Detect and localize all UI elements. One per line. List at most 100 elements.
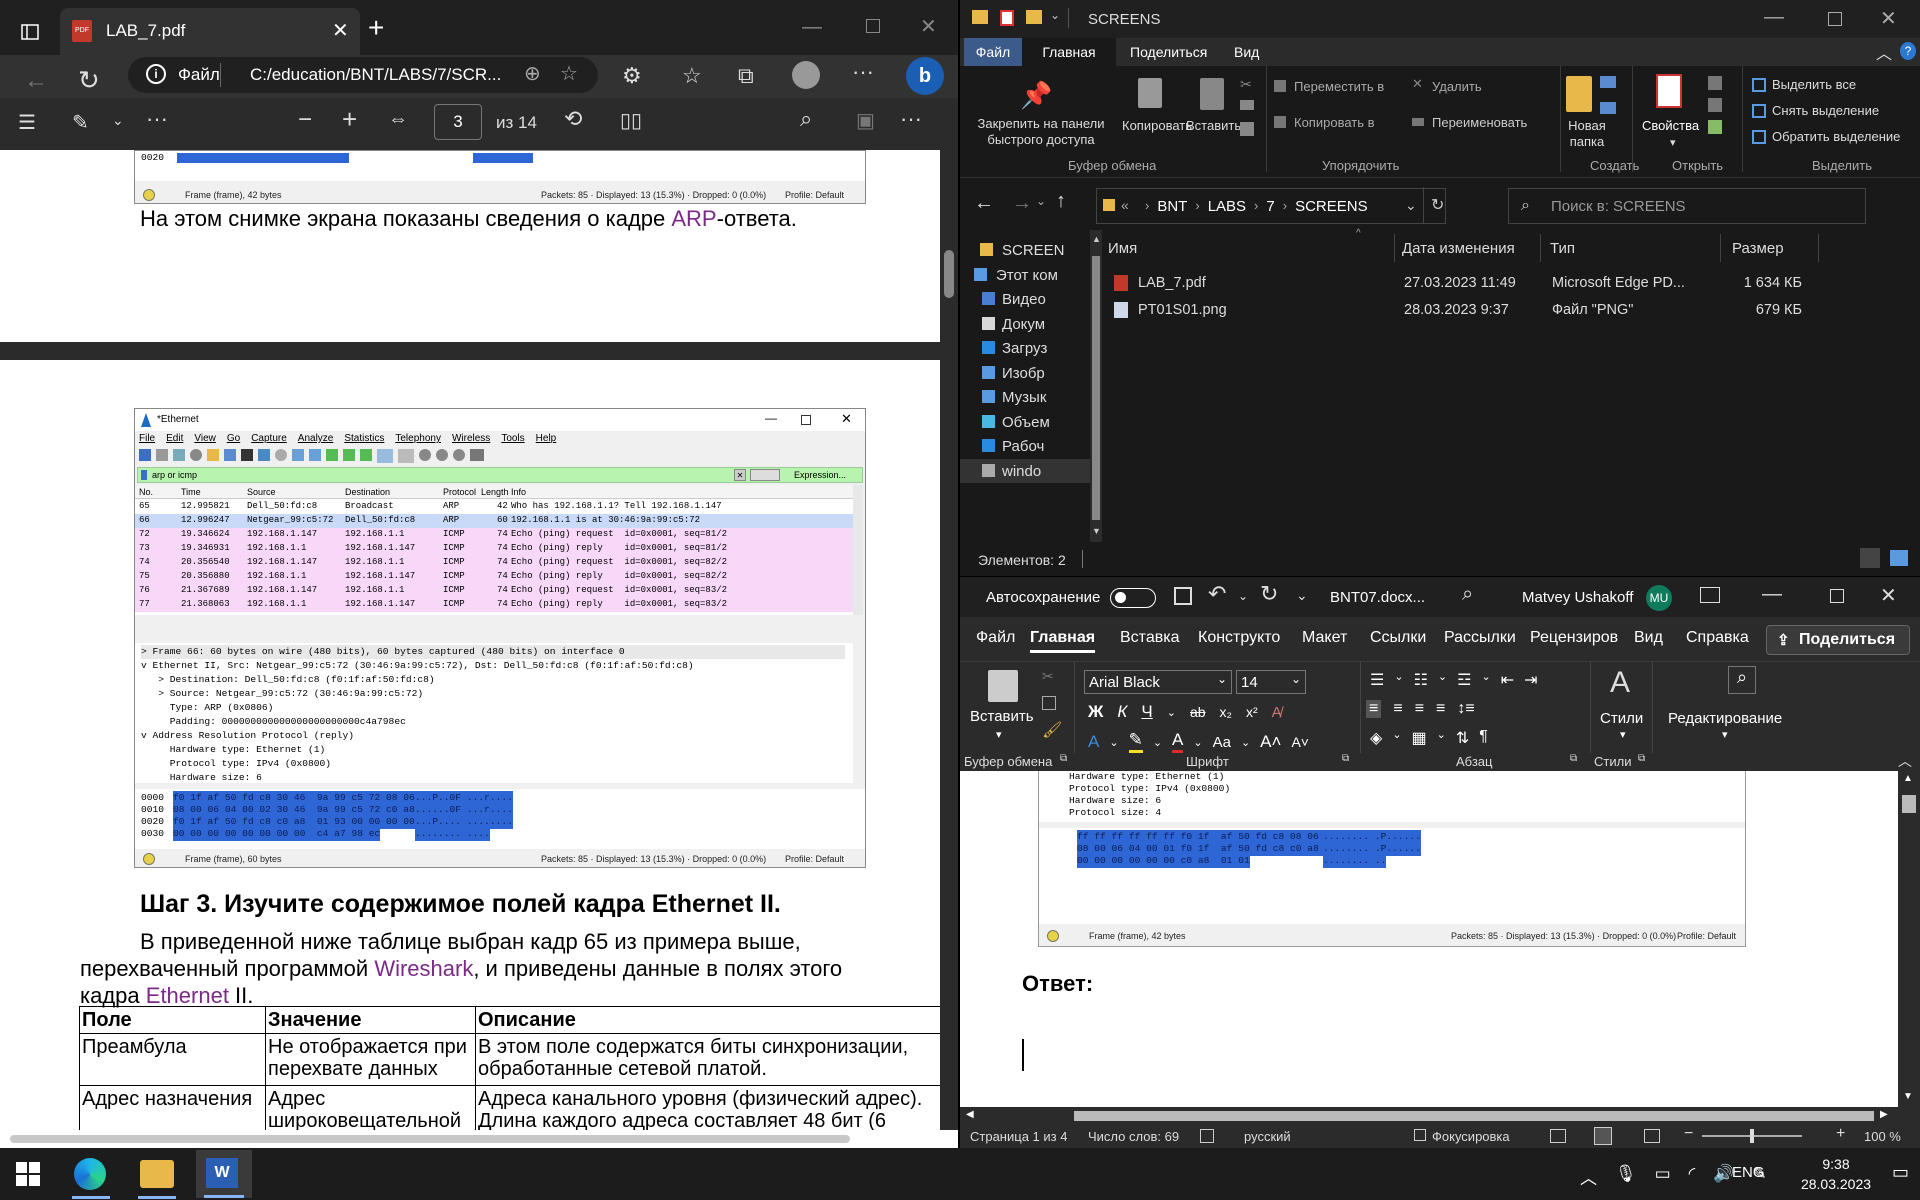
column-name[interactable]: Имя (1108, 240, 1137, 257)
numbering-icon[interactable]: ☷ (1414, 670, 1428, 690)
chevron-down-icon[interactable]: ▾ (1670, 136, 1676, 149)
document-name[interactable]: BNT07.docx... (1330, 589, 1425, 606)
breadcrumb-item[interactable]: 7 (1266, 198, 1274, 215)
close-tab-icon[interactable]: ✕ (332, 18, 349, 43)
zoom-icon[interactable]: ⊕ (524, 61, 541, 86)
keyboard-language[interactable]: ENG (1732, 1164, 1765, 1181)
nav-item[interactable]: Рабоч (960, 434, 1090, 458)
language[interactable]: русский (1244, 1129, 1291, 1144)
breadcrumb-sep-icon[interactable]: › (1283, 198, 1287, 215)
font-color-icon[interactable]: A (1172, 730, 1184, 754)
scroll-thumb[interactable] (1902, 795, 1916, 813)
word-tab[interactable]: Вид (1634, 629, 1663, 647)
proofing-icon[interactable] (1200, 1129, 1214, 1143)
scroll-thumb[interactable] (944, 250, 954, 298)
copy-to-button[interactable]: Копировать в (1294, 115, 1375, 130)
back-icon[interactable]: ← (974, 192, 994, 215)
align-center-icon[interactable]: ≡ (1393, 700, 1402, 718)
paste-button[interactable]: Вставить (970, 708, 1034, 725)
pdf-vertical-scrollbar[interactable] (940, 150, 958, 1130)
start-icon[interactable] (16, 1162, 40, 1186)
delete-button[interactable]: Удалить (1432, 79, 1482, 94)
page-count[interactable]: Страница 1 из 4 (970, 1129, 1067, 1144)
tab-view[interactable]: Вид (1234, 44, 1259, 60)
superscript-icon[interactable]: x² (1246, 704, 1258, 720)
zoom-in-icon[interactable]: + (1836, 1125, 1845, 1143)
change-case-icon[interactable]: Aa (1213, 734, 1231, 751)
refresh-icon[interactable]: ↻ (1431, 195, 1444, 215)
page-view-icon[interactable]: ▯▯ (620, 108, 642, 133)
open-icon[interactable] (1708, 76, 1722, 90)
favorite-add-icon[interactable]: ☆ (560, 61, 578, 86)
invert-selection-button[interactable]: Обратить выделение (1772, 129, 1900, 144)
text-effects-icon[interactable]: A (1088, 732, 1099, 752)
back-icon[interactable]: ← (24, 67, 48, 95)
maximize-icon[interactable] (1830, 589, 1844, 603)
nav-item[interactable]: Загруз (960, 336, 1090, 360)
network-icon[interactable]: ◜ (1689, 1164, 1696, 1189)
rotate-icon[interactable]: ⟲ (564, 106, 582, 132)
breadcrumb[interactable]: « › BNT › LABS › 7 › SCREENS ⌄ ↻ (1096, 187, 1446, 224)
customize-qat-icon[interactable]: ⌄ (1050, 8, 1060, 22)
word-tab[interactable]: Вставка (1120, 629, 1179, 647)
collapse-ribbon-icon[interactable]: ︿ (1898, 751, 1912, 771)
chevron-down-icon[interactable]: ⌄ (112, 112, 124, 129)
battery-icon[interactable]: ▭ (1655, 1164, 1671, 1189)
word-tab[interactable]: Макет (1302, 629, 1347, 647)
nav-item[interactable]: Видео (960, 287, 1090, 311)
breadcrumb-overflow-icon[interactable]: « (1121, 197, 1129, 213)
zoom-in-icon[interactable]: + (342, 104, 357, 135)
zoom-out-icon[interactable]: − (1684, 1125, 1693, 1143)
word-tab[interactable]: Конструкто (1198, 629, 1280, 647)
cut-icon[interactable]: ✂ (1240, 76, 1252, 93)
chevron-down-icon[interactable]: ▾ (1722, 728, 1728, 741)
italic-icon[interactable]: К (1117, 702, 1127, 722)
chevron-down-icon[interactable]: ⌄ (1167, 706, 1176, 719)
tab-share[interactable]: Поделиться (1130, 44, 1207, 60)
undo-dropdown-icon[interactable]: ⌄ (1238, 589, 1248, 603)
word-tab[interactable]: Справка (1686, 629, 1749, 647)
tab-home[interactable]: Главная (1022, 38, 1116, 66)
chevron-down-icon[interactable]: ⌄ (1438, 670, 1447, 690)
dialog-launcher-icon[interactable]: ⧉ (1638, 753, 1645, 764)
large-icons-view-icon[interactable] (1890, 550, 1908, 566)
minimize-icon[interactable]: — (1762, 583, 1782, 606)
file-row[interactable]: LAB_7.pdf 27.03.2023 11:49 Microsoft Edge … (1106, 270, 1920, 296)
minimize-icon[interactable]: — (802, 16, 822, 39)
contents-icon[interactable]: ☰ (18, 110, 36, 135)
more-icon[interactable]: ··· (852, 59, 874, 85)
cut-icon[interactable]: ✂ (1042, 668, 1054, 685)
pin-quick-access-button[interactable]: Закрепить на панели быстрого доступа (968, 116, 1114, 148)
scroll-down-icon[interactable]: ▼ (1903, 1091, 1913, 1102)
ethernet-link[interactable]: Ethernet (146, 983, 229, 1008)
clock[interactable]: 9:38 28.03.2023 (1790, 1154, 1882, 1194)
word-tab[interactable]: Главная (1030, 629, 1096, 653)
scroll-thumb[interactable] (1092, 256, 1100, 520)
collections-icon[interactable]: ⧉ (738, 63, 754, 89)
more-tools-icon[interactable]: ··· (146, 106, 168, 132)
word-tab[interactable]: Файл (976, 629, 1015, 647)
increase-indent-icon[interactable]: ⇥ (1524, 670, 1537, 690)
pdf-horizontal-scrollbar[interactable] (0, 1130, 958, 1148)
copy-path-icon[interactable] (1240, 100, 1254, 110)
breadcrumb-sep-icon[interactable]: › (1254, 198, 1258, 215)
address-dropdown-icon[interactable]: ⌄ (1405, 197, 1417, 214)
word-horizontal-scrollbar[interactable]: ◀ ▶ (960, 1107, 1920, 1125)
new-item-icon[interactable] (1600, 76, 1616, 88)
bing-icon[interactable]: b (906, 57, 944, 95)
dialog-launcher-icon[interactable]: ⧉ (1060, 753, 1067, 764)
breadcrumb-sep-icon[interactable]: › (1195, 198, 1199, 215)
styles-button[interactable]: Стили (1600, 710, 1643, 727)
paste-button[interactable]: Вставить (1186, 118, 1241, 133)
shading-icon[interactable]: ◈ (1370, 728, 1382, 748)
font-name-select[interactable]: Arial Black ⌄ (1084, 670, 1232, 694)
close-window-icon[interactable]: ✕ (1880, 583, 1897, 608)
nav-item[interactable]: windo (960, 458, 1090, 483)
new-folder-icon[interactable] (1026, 10, 1042, 24)
copy-button[interactable]: Копировать (1122, 118, 1192, 133)
minimize-icon[interactable]: — (1764, 6, 1784, 29)
edit-icon[interactable] (1708, 98, 1722, 112)
zoom-thumb[interactable] (1750, 1129, 1754, 1143)
scroll-down-icon[interactable]: ▼ (1092, 526, 1101, 536)
help-icon[interactable]: ? (1900, 42, 1916, 60)
